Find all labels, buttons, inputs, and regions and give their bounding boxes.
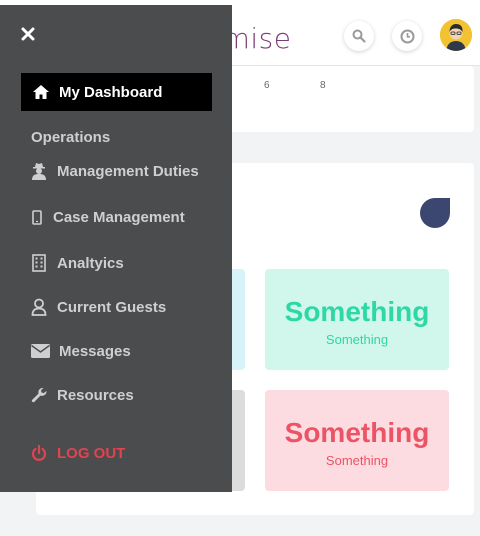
avatar-image [440,19,472,51]
sidebar-menu: My Dashboard Operations Management Dutie… [0,5,232,492]
sidebar-item-label: Management Duties [57,162,199,180]
search-icon [352,29,366,43]
mobile-icon [30,208,44,226]
sidebar-item-resources[interactable]: Resources [30,386,134,404]
power-icon [30,444,48,462]
sidebar-item-case-management[interactable]: Case Management [30,208,185,226]
building-icon [30,254,48,272]
user-secret-icon [30,162,48,180]
sidebar-item-label: Messages [59,342,131,360]
tile-subtitle: Something [325,332,389,347]
section-label-operations: Operations [31,129,111,146]
stat-tile-red[interactable]: Something Something [265,390,449,491]
drop-shape-icon [420,198,450,228]
sidebar-item-label: Analtyics [57,254,124,272]
sidebar-item-label: Current Guests [57,298,167,316]
sidebar-item-dashboard[interactable]: My Dashboard [21,73,212,111]
stat-tile-green[interactable]: Something Something [265,269,449,370]
logout-button[interactable]: LOG OUT [30,444,125,462]
chart-card: 6 8 [220,66,474,132]
history-button[interactable] [392,21,422,51]
close-icon[interactable] [21,27,35,41]
tile-subtitle: Something [325,453,389,468]
sidebar-item-label: My Dashboard [59,83,163,101]
sidebar-item-label: Resources [57,386,134,404]
envelope-icon [30,342,50,360]
sidebar-item-management-duties[interactable]: Management Duties [30,162,199,180]
wrench-icon [30,386,48,404]
home-icon [32,84,50,100]
tile-title: Something [284,296,430,327]
sidebar-item-analtyics[interactable]: Analtyics [30,254,124,272]
logout-label: LOG OUT [57,444,126,462]
sidebar-item-label: Case Management [53,208,185,226]
search-button[interactable] [344,21,374,51]
sidebar-item-current-guests[interactable]: Current Guests [30,298,166,316]
x-axis-tick: 8 [320,80,326,91]
tile-title: Something [284,417,430,448]
x-axis-tick: 6 [264,80,270,91]
user-avatar[interactable] [440,19,472,51]
sidebar-item-messages[interactable]: Messages [30,342,131,360]
user-icon [30,298,48,316]
clock-icon [400,29,414,43]
